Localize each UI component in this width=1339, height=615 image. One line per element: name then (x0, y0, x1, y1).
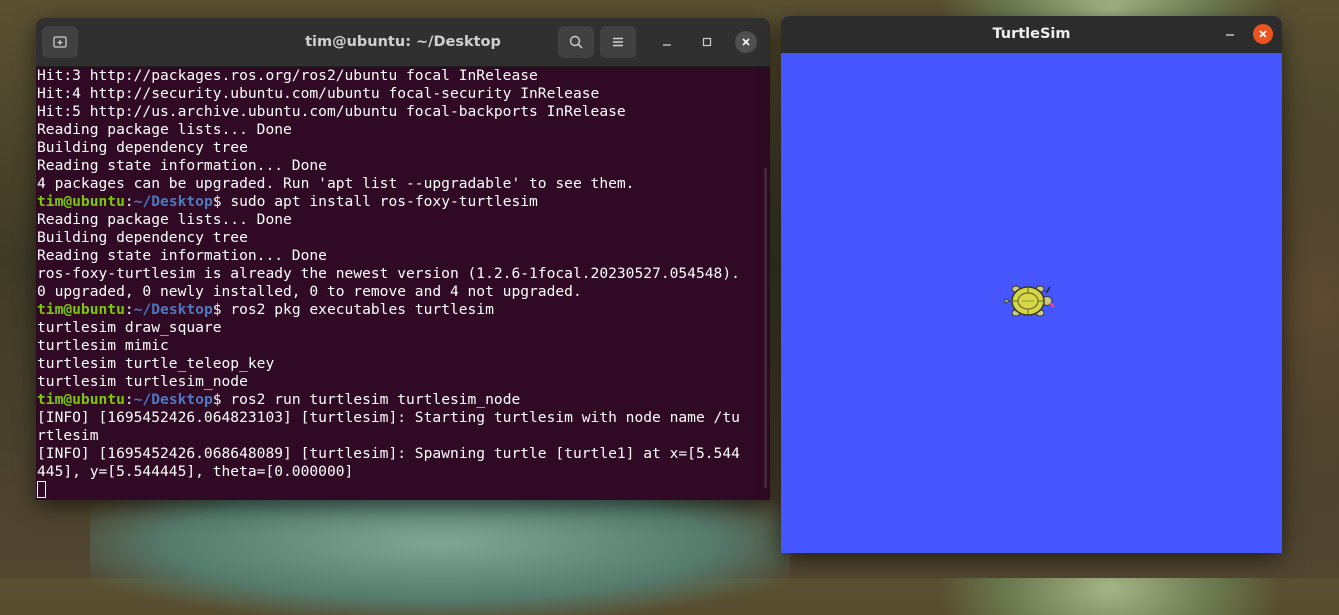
search-icon (569, 35, 583, 49)
terminal-output-line: Reading state information... Done (37, 247, 327, 264)
terminal-output-line: [INFO] [1695452426.064823103] [turtlesim… (37, 409, 740, 426)
prompt-colon: : (124, 301, 134, 318)
turtlesim-close-button[interactable] (1253, 24, 1273, 44)
turtle-icon (1004, 285, 1055, 317)
terminal-output-line: turtlesim turtlesim_node (37, 373, 248, 390)
minimize-icon (1226, 34, 1234, 36)
terminal-prompt-line: tim@ubuntu:~/Desktop$ ros2 pkg executabl… (37, 301, 769, 319)
hamburger-menu-icon (613, 37, 623, 47)
minimize-button[interactable] (656, 31, 678, 53)
terminal-output-line: [INFO] [1695452426.068648089] [turtlesim… (37, 445, 740, 462)
close-button[interactable] (735, 31, 757, 53)
desktop-wallpaper (90, 495, 790, 615)
terminal-output-line: Hit:5 http://us.archive.ubuntu.com/ubunt… (37, 103, 626, 120)
terminal-output-line: 0 upgraded, 0 newly installed, 0 to remo… (37, 283, 582, 300)
prompt-user: tim@ubuntu (37, 301, 125, 318)
prompt-path: ~/Desktop (133, 193, 213, 210)
turtlesim-canvas (782, 53, 1281, 553)
terminal-output-line: ros-foxy-turtlesim is already the newest… (37, 265, 740, 282)
prompt-colon: : (124, 193, 134, 210)
terminal-scrollbar[interactable] (764, 168, 767, 488)
terminal-output[interactable]: Hit:3 http://packages.ros.org/ros2/ubunt… (36, 67, 770, 500)
prompt-user: tim@ubuntu (37, 193, 125, 210)
close-icon (1259, 30, 1267, 38)
terminal-output-line: Building dependency tree (37, 139, 248, 156)
turtlesim-title: TurtleSim (992, 26, 1071, 42)
terminal-output-line: Reading package lists... Done (37, 211, 292, 228)
terminal-window[interactable]: tim@ubuntu: ~/Desktop Hit:3 http://packa… (36, 18, 770, 500)
terminal-header-bar[interactable]: tim@ubuntu: ~/Desktop (36, 18, 770, 67)
turtlesim-header-bar[interactable]: TurtleSim (781, 16, 1282, 53)
minimize-icon (663, 44, 671, 46)
turtlesim-window[interactable]: TurtleSim (781, 16, 1282, 553)
prompt-command: $ sudo apt install ros-foxy-turtlesim (212, 193, 538, 210)
terminal-output-line: Hit:4 http://security.ubuntu.com/ubuntu … (37, 85, 600, 102)
terminal-input-line[interactable] (37, 481, 769, 499)
text-cursor (37, 481, 46, 498)
prompt-path: ~/Desktop (133, 391, 213, 408)
terminal-output-line: Reading state information... Done (37, 157, 327, 174)
prompt-colon: : (124, 391, 134, 408)
terminal-output-line: Hit:3 http://packages.ros.org/ros2/ubunt… (37, 67, 538, 84)
terminal-output-line: turtlesim draw_square (37, 319, 222, 336)
terminal-prompt-line: tim@ubuntu:~/Desktop$ sudo apt install r… (37, 193, 769, 211)
terminal-output-line: turtlesim mimic (37, 337, 169, 354)
prompt-command: $ ros2 run turtlesim turtlesim_node (212, 391, 521, 408)
maximize-button[interactable] (696, 31, 718, 53)
terminal-output-line: 4 packages can be upgraded. Run 'apt lis… (37, 175, 635, 192)
maximize-icon (702, 37, 712, 47)
terminal-output-line: rtlesim (37, 427, 99, 444)
turtlesim-minimize-button[interactable] (1219, 23, 1241, 45)
terminal-output-line: turtlesim turtle_teleop_key (37, 355, 275, 372)
close-icon (742, 38, 750, 46)
prompt-path: ~/Desktop (133, 301, 213, 318)
prompt-user: tim@ubuntu (37, 391, 125, 408)
menu-button[interactable] (600, 26, 636, 58)
search-button[interactable] (558, 26, 594, 58)
terminal-output-line: 445], y=[5.544445], theta=[0.000000] (37, 463, 354, 480)
terminal-output-line: Building dependency tree (37, 229, 248, 246)
prompt-command: $ ros2 pkg executables turtlesim (212, 301, 494, 318)
terminal-prompt-line: tim@ubuntu:~/Desktop$ ros2 run turtlesim… (37, 391, 769, 409)
terminal-output-line: Reading package lists... Done (37, 121, 292, 138)
